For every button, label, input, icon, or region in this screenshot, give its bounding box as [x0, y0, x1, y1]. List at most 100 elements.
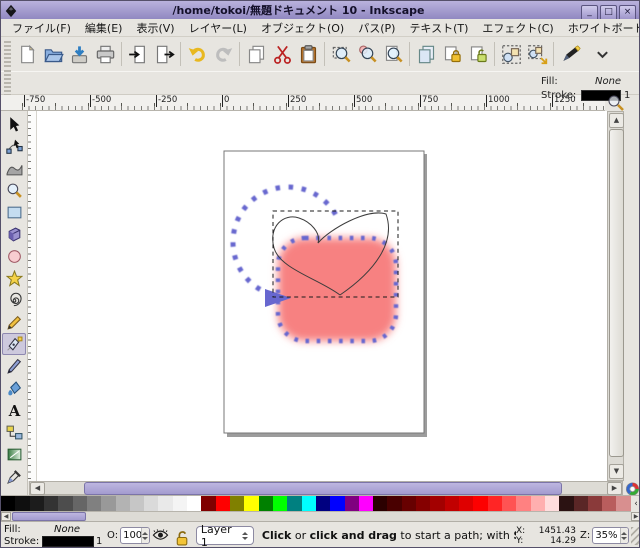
palette-swatch[interactable] [187, 496, 201, 511]
box3d-tool-button[interactable] [2, 223, 26, 245]
palette-swatch[interactable] [158, 496, 172, 511]
palette-swatch[interactable] [345, 496, 359, 511]
palette-swatch[interactable] [173, 496, 187, 511]
palette-swatch[interactable] [58, 496, 72, 511]
toolbar-grip[interactable] [4, 70, 11, 96]
palette-swatch[interactable] [531, 496, 545, 511]
palette-swatch[interactable] [473, 496, 487, 511]
palette-swatch[interactable] [30, 496, 44, 511]
palette-swatch[interactable] [44, 496, 58, 511]
palette-swatch[interactable] [116, 496, 130, 511]
save-document-button[interactable] [66, 40, 92, 68]
paintbucket-tool-button[interactable] [2, 377, 26, 399]
zoom-tool-button[interactable] [2, 179, 26, 201]
palette-scroll-right-button[interactable]: ▶ [631, 512, 640, 521]
stroke-color-swatch[interactable] [42, 536, 94, 547]
palette-swatch[interactable] [574, 496, 588, 511]
menu-text[interactable]: テキスト(T) [402, 18, 475, 38]
tweak-tool-button[interactable] [2, 157, 26, 179]
palette-swatch[interactable] [516, 496, 530, 511]
layer-lock-open-icon[interactable] [173, 529, 190, 543]
copy-button[interactable] [243, 40, 269, 68]
ellipse-tool-button[interactable] [2, 245, 26, 267]
menu-object[interactable]: オブジェクト(O) [254, 18, 351, 38]
palette-swatch[interactable] [144, 496, 158, 511]
spiral-tool-button[interactable] [2, 289, 26, 311]
print-document-button[interactable] [92, 40, 118, 68]
calligraphy-tool-button[interactable] [2, 355, 26, 377]
palette-scroll-left-icon[interactable]: ‹ [631, 495, 640, 512]
paste-button[interactable] [295, 40, 321, 68]
palette-swatch[interactable] [445, 496, 459, 511]
blurred-blob[interactable] [278, 238, 396, 341]
toolbar-overflow-button[interactable] [589, 40, 615, 68]
node-tool-button[interactable] [2, 135, 26, 157]
menu-whiteboard[interactable]: ホワイトボード(B) [561, 18, 640, 38]
zoom-selection-button[interactable] [328, 40, 354, 68]
opacity-spinner[interactable]: 100 [120, 527, 150, 544]
palette-swatch[interactable] [616, 496, 630, 511]
scroll-right-button[interactable]: ▶ [607, 482, 622, 495]
palette-swatch[interactable] [73, 496, 87, 511]
palette-swatch[interactable] [588, 496, 602, 511]
layer-selector[interactable]: Layer 1 [196, 526, 254, 545]
palette-swatch[interactable] [302, 496, 316, 511]
spinner-arrows-icon[interactable] [620, 528, 628, 543]
menu-layer[interactable]: レイヤー(L) [182, 18, 254, 38]
vertical-scrollbar-thumb[interactable] [609, 129, 624, 457]
palette-swatch[interactable] [316, 496, 330, 511]
zoom-page-button[interactable] [380, 40, 406, 68]
export-document-button[interactable] [151, 40, 177, 68]
style-indicator[interactable]: Fill: None Stroke: 1 [4, 524, 107, 548]
palette-swatch[interactable] [244, 496, 258, 511]
scroll-down-button[interactable]: ▼ [609, 464, 624, 479]
menu-view[interactable]: 表示(V) [129, 18, 181, 38]
ungroup-objects-button[interactable] [524, 40, 550, 68]
star-tool-button[interactable] [2, 267, 26, 289]
palette-scrollbar[interactable]: ◀ ▶ [1, 512, 640, 522]
horizontal-ruler[interactable]: -750-500-250025050075010001250 [1, 95, 605, 111]
group-objects-button[interactable] [498, 40, 524, 68]
undo-button[interactable] [184, 40, 210, 68]
selector-tool-button[interactable] [2, 113, 26, 135]
fill-value[interactable]: None [54, 524, 80, 535]
fill-value[interactable]: None [595, 76, 621, 87]
zoom-spinner[interactable]: 35% [592, 527, 629, 544]
menu-effects[interactable]: エフェクト(C) [475, 18, 560, 38]
text-tool-button[interactable]: A [2, 399, 26, 421]
canvas[interactable] [37, 111, 607, 481]
palette-swatch[interactable] [502, 496, 516, 511]
spinner-arrows-icon[interactable] [141, 528, 149, 543]
create-clone-button[interactable] [439, 40, 465, 68]
horizontal-scrollbar[interactable]: ◀ ▶ [29, 481, 623, 495]
palette-swatch[interactable] [402, 496, 416, 511]
pen-tool-button[interactable] [2, 333, 26, 355]
palette-scroll-left-button[interactable]: ◀ [1, 512, 11, 521]
palette-swatch[interactable] [359, 496, 373, 511]
connector-tool-button[interactable] [2, 421, 26, 443]
import-document-button[interactable] [125, 40, 151, 68]
palette-swatch[interactable] [15, 496, 29, 511]
rectangle-tool-button[interactable] [2, 201, 26, 223]
palette-swatch[interactable] [1, 496, 15, 511]
vertical-scrollbar[interactable]: ▲ ▼ [607, 111, 624, 481]
palette-swatch[interactable] [287, 496, 301, 511]
palette-swatch[interactable] [416, 496, 430, 511]
toolbar-grip[interactable] [4, 41, 11, 67]
palette-swatch[interactable] [488, 496, 502, 511]
vertical-ruler[interactable] [28, 111, 37, 481]
palette-swatch[interactable] [430, 496, 444, 511]
color-wheel-icon[interactable] [625, 481, 640, 495]
open-document-button[interactable] [40, 40, 66, 68]
palette-swatch[interactable] [216, 496, 230, 511]
palette-swatch[interactable] [373, 496, 387, 511]
menu-file[interactable]: ファイル(F) [5, 18, 78, 38]
redo-button[interactable] [210, 40, 236, 68]
pencil-tool-button[interactable] [2, 311, 26, 333]
palette-swatch[interactable] [330, 496, 344, 511]
palette-swatch[interactable] [545, 496, 559, 511]
palette-scrollbar-thumb[interactable] [12, 512, 86, 521]
layer-selector-arrows-icon[interactable] [241, 527, 249, 544]
palette-swatch[interactable] [230, 496, 244, 511]
menu-edit[interactable]: 編集(E) [78, 18, 130, 38]
